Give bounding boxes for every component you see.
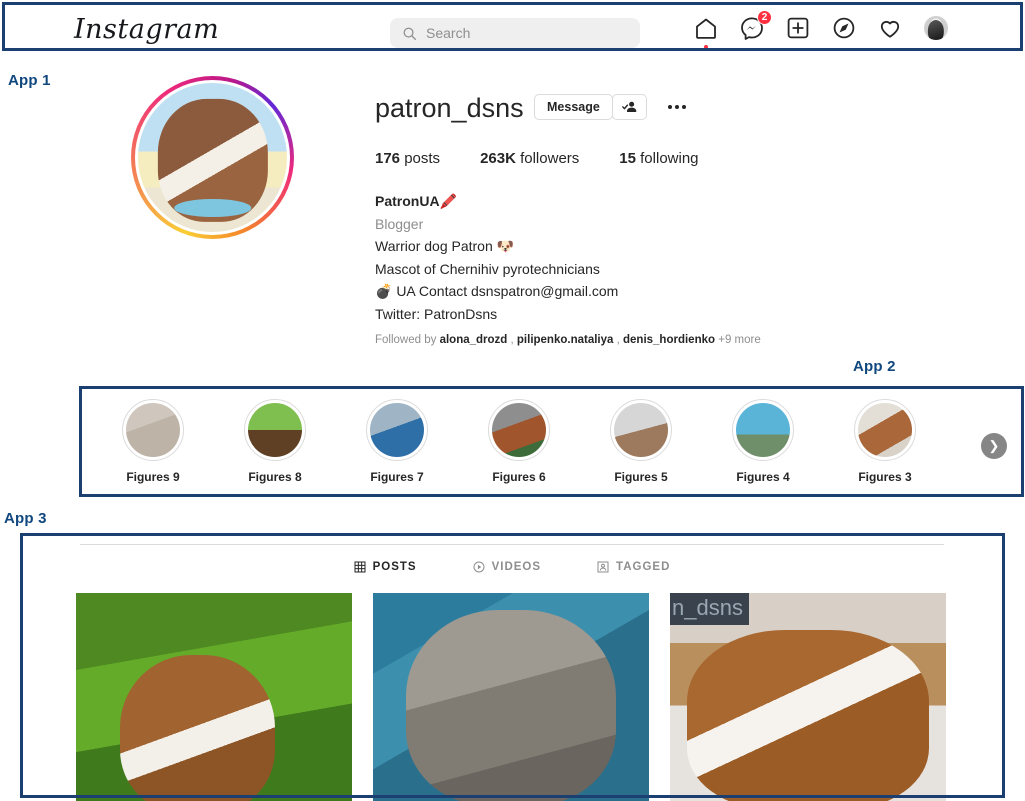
more-options-icon[interactable] [662,94,692,120]
new-post-icon[interactable] [785,15,811,41]
post-thumbnail[interactable] [373,593,649,801]
message-button[interactable]: Message [534,94,613,120]
followed-by-user[interactable]: denis_hordienko [623,334,715,346]
followed-by: Followed by alona_drozd , pilipenko.nata… [375,334,761,346]
profile-dog-collar [173,199,252,218]
user-check-icon[interactable] [612,94,647,120]
highlight-item[interactable]: Figures 6 [458,399,580,484]
grid-icon [354,561,366,573]
highlight-label: Figures 5 [614,470,668,484]
dot [682,105,686,109]
highlight-label: Figures 7 [370,470,424,484]
highlight-label: Figures 4 [736,470,790,484]
profile-stats: 176 posts 263K followers 15 following [375,150,699,167]
profile-tabs: POSTS VIDEOS TAGGED [80,544,944,587]
bio-line: 💣 UA Contact dsnspatron@gmail.com [375,283,619,299]
search-placeholder: Search [426,25,471,41]
stat-following-label: following [640,150,699,167]
post-overlay-text: n_dsns [670,593,749,625]
profile-picture [138,83,287,232]
instagram-navbar: Instagram Search 2 [4,4,1021,49]
app-3-label: App 3 [4,510,47,527]
explore-icon[interactable] [831,15,857,41]
chevron-right-icon[interactable]: ❯ [981,433,1007,459]
stat-following-value: 15 [619,150,636,167]
highlight-label: Figures 9 [126,470,180,484]
highlight-label: Figures 8 [248,470,302,484]
app-1-label: App 1 [8,72,51,89]
stat-posts-value: 176 [375,150,401,167]
avatar [924,16,948,40]
dot [675,105,679,109]
home-icon[interactable] [693,15,719,49]
highlight-item[interactable]: Figures 8 [214,399,336,484]
highlight-thumbnail [736,403,790,457]
highlight-ring [366,399,428,461]
bio-category: Blogger [375,215,424,232]
tab-videos-label: VIDEOS [491,561,542,573]
highlight-label: Figures 6 [492,470,546,484]
bio-line: Twitter: PatronDsns [375,305,498,322]
messenger-icon[interactable]: 2 [739,10,772,41]
bio-line: Mascot of Chernihiv pyrotechnicians [375,260,600,277]
highlight-ring [854,399,916,461]
highlight-item[interactable]: Figures 9 [92,399,214,484]
screenshot-root: Instagram Search 2 patron_dsns Message 1… [0,0,1025,801]
stat-following[interactable]: 15 following [619,150,698,167]
profile-bio: PatronUA🖍️ Blogger Warrior dog Patron 🐶 … [375,190,775,325]
activity-heart-icon[interactable] [877,15,903,41]
bio-display-name: PatronUA🖍️ [375,193,457,209]
followed-by-prefix: Followed by [375,334,437,346]
highlight-thumbnail [614,403,668,457]
highlight-item[interactable]: Figures 7 [336,399,458,484]
highlight-item[interactable]: Figures 4 [702,399,824,484]
app-2-label: App 2 [853,358,896,375]
highlight-thumbnail [126,403,180,457]
highlight-label: Figures 3 [858,470,912,484]
highlight-thumbnail [248,403,302,457]
stat-followers-label: followers [520,150,580,167]
tagged-person-icon [597,561,609,573]
post-thumbnail[interactable] [76,593,352,801]
profile-picture-story-ring[interactable] [131,76,294,239]
page-title: patron_dsns [375,93,524,123]
highlight-ring [732,399,794,461]
navbar-icon-group: 2 [693,10,949,49]
followed-by-more[interactable]: +9 more [718,334,761,346]
instagram-logo[interactable]: Instagram [74,14,219,45]
followed-by-user[interactable]: alona_drozd [440,334,508,346]
stat-followers-value: 263K [480,150,516,167]
tab-tagged-label: TAGGED [616,561,671,573]
highlight-ring [122,399,184,461]
search-input[interactable]: Search [390,18,640,48]
highlight-ring [244,399,306,461]
followed-by-user[interactable]: pilipenko.nataliya [517,334,614,346]
highlight-thumbnail [492,403,546,457]
profile-picture-inner [135,80,290,235]
highlight-item[interactable]: Figures 5 [580,399,702,484]
profile-avatar-icon[interactable] [923,15,949,41]
home-active-dot [704,45,708,49]
dot [668,105,672,109]
posts-grid: n_dsns [76,593,948,801]
bio-line: Warrior dog Patron 🐶 [375,238,515,254]
stat-posts[interactable]: 176 posts [375,150,440,167]
tab-posts-label: POSTS [372,561,417,573]
highlight-item[interactable]: Figures 3 [824,399,946,484]
highlight-ring [488,399,550,461]
stat-posts-label: posts [404,150,441,167]
post-thumbnail[interactable]: n_dsns [670,593,946,801]
story-highlights-row: Figures 9 Figures 8 Figures 7 Figures 6 … [82,389,1021,494]
tab-videos[interactable]: VIDEOS [473,561,541,587]
highlight-ring [610,399,672,461]
highlight-thumbnail [858,403,912,457]
search-icon [402,26,417,41]
play-circle-icon [473,561,485,573]
tab-posts[interactable]: POSTS [354,561,417,587]
tab-tagged[interactable]: TAGGED [597,561,670,587]
highlight-thumbnail [370,403,424,457]
stat-followers[interactable]: 263K followers [480,150,579,167]
messenger-badge: 2 [757,10,772,25]
